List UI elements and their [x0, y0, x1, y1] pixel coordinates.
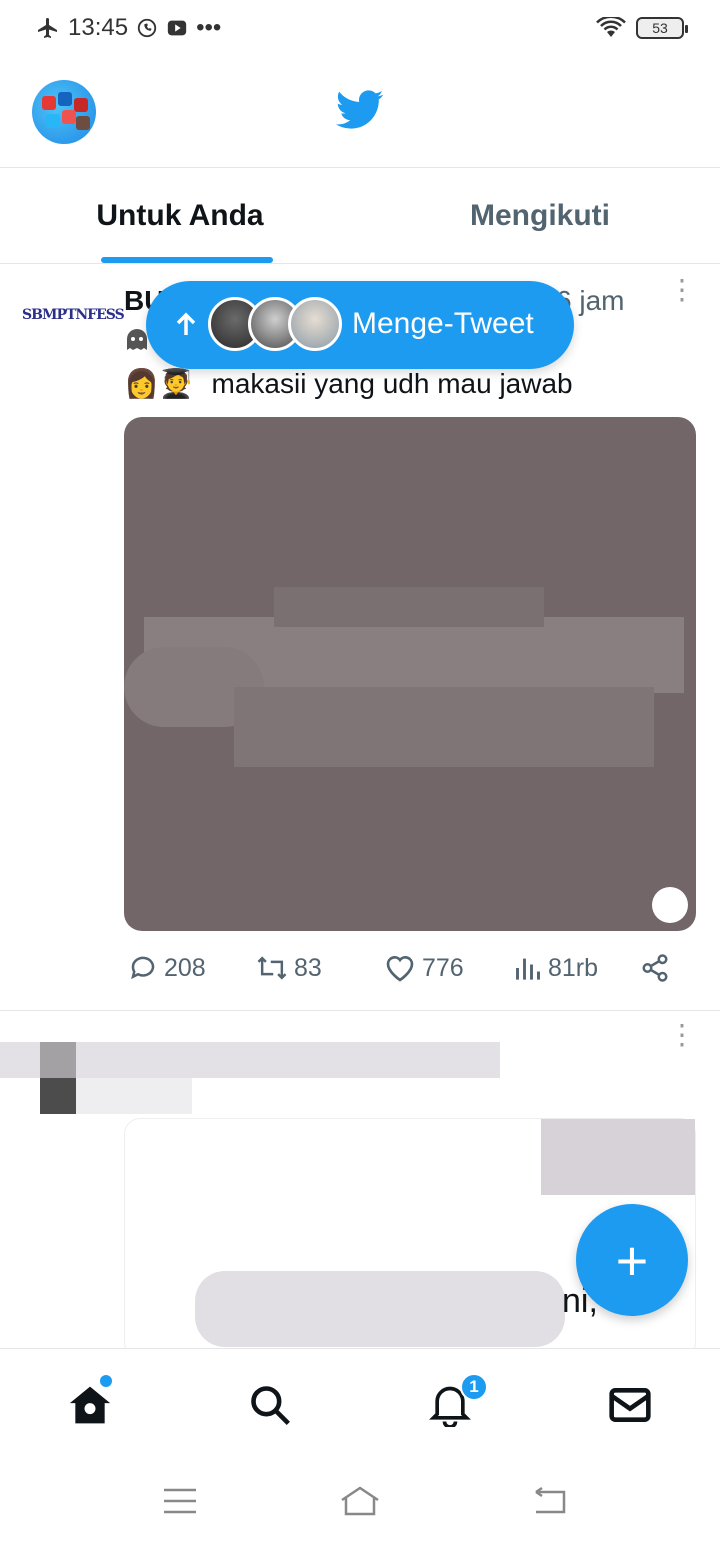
- app-header: [0, 56, 720, 168]
- avatar-tile: [74, 98, 88, 112]
- home-system-icon[interactable]: [338, 1484, 382, 1518]
- retweet-icon: [257, 956, 287, 980]
- bottom-navigation: 1: [0, 1348, 720, 1458]
- home-unread-dot: [100, 1375, 112, 1387]
- youtube-icon: [167, 20, 187, 36]
- notifications-badge: 1: [460, 1373, 488, 1401]
- airplane-icon: [38, 18, 57, 38]
- compose-tweet-button[interactable]: +: [576, 1204, 688, 1316]
- more-notifications-icon: •••: [196, 14, 222, 41]
- battery-indicator: 53: [636, 17, 688, 39]
- retweet-count: 83: [294, 953, 322, 982]
- reply-count: 208: [164, 953, 206, 982]
- reply-icon: [131, 956, 155, 980]
- profile-avatar[interactable]: [32, 80, 96, 144]
- blurred-region: [234, 687, 654, 767]
- search-icon[interactable]: [248, 1383, 292, 1427]
- avatar-tile: [46, 114, 60, 128]
- system-navigation: [0, 1458, 720, 1544]
- timeline-tabs: Untuk Anda Mengikuti: [0, 168, 720, 264]
- reply-button[interactable]: 208: [128, 953, 206, 983]
- heart-icon: [386, 956, 414, 982]
- view-count: 81rb: [548, 953, 599, 982]
- twitter-bird-icon[interactable]: [336, 90, 384, 130]
- blurred-region: [541, 1119, 695, 1195]
- blurred-region: [40, 1078, 76, 1114]
- like-count: 776: [422, 953, 464, 982]
- share-icon: [642, 954, 668, 982]
- tweet-text: 👩🧑‍🎓 makasii yang udh mau jawab: [124, 367, 573, 400]
- tab-following[interactable]: Mengikuti: [360, 168, 720, 263]
- avatar: [288, 297, 342, 351]
- blurred-region: [195, 1271, 565, 1347]
- blurred-region: [274, 587, 544, 627]
- tweet-author-avatar[interactable]: SBMPTNFESS: [22, 307, 125, 337]
- analytics-icon: [516, 958, 540, 980]
- tab-label: Untuk Anda: [96, 198, 264, 232]
- blurred-region: [76, 1078, 192, 1114]
- more-options-icon[interactable]: ⋮: [668, 276, 696, 315]
- tweet[interactable]: SBMPTNFESS BU 6 jam ⋮ 👩🧑‍🎓 makasii yang …: [0, 265, 720, 1011]
- more-options-icon[interactable]: ⋮: [668, 1021, 696, 1060]
- home-icon[interactable]: [68, 1383, 112, 1427]
- avatar-tile: [58, 92, 72, 106]
- active-tab-indicator: [101, 257, 273, 263]
- avatar-tile: [42, 96, 56, 110]
- plus-icon: +: [615, 1228, 649, 1292]
- tweet-media-image[interactable]: [124, 417, 696, 931]
- blurred-region: [40, 1042, 76, 1078]
- like-button[interactable]: 776: [384, 953, 464, 983]
- views-button[interactable]: 81rb: [514, 953, 598, 983]
- avatar-tile: [62, 110, 76, 124]
- whatsapp-icon: [137, 18, 157, 38]
- arrow-up-icon: [176, 312, 196, 335]
- clock: 13:45: [68, 14, 129, 41]
- share-button[interactable]: [640, 953, 670, 983]
- status-bar: 13:45 ••• 53: [0, 0, 720, 56]
- new-tweets-pill[interactable]: Menge-Tweet: [146, 281, 574, 369]
- retweet-button[interactable]: 83: [256, 953, 322, 983]
- avatar-tile: [76, 116, 90, 130]
- tab-for-you[interactable]: Untuk Anda: [0, 168, 360, 263]
- back-icon[interactable]: [528, 1484, 572, 1518]
- wifi-icon: [596, 17, 626, 37]
- tab-label: Mengikuti: [470, 198, 610, 232]
- tweet-body: makasii yang udh mau jawab: [211, 368, 573, 399]
- mail-icon[interactable]: [608, 1383, 652, 1427]
- tweet-actions: 208 83 776 81rb: [124, 953, 684, 993]
- watermark-logo: [652, 887, 688, 923]
- pill-label: Menge-Tweet: [352, 307, 534, 340]
- avatar-logo-text: SBMPTNFESS: [22, 307, 125, 323]
- tweet-emojis: 👩🧑‍🎓: [124, 368, 194, 399]
- menu-icon[interactable]: [158, 1484, 202, 1518]
